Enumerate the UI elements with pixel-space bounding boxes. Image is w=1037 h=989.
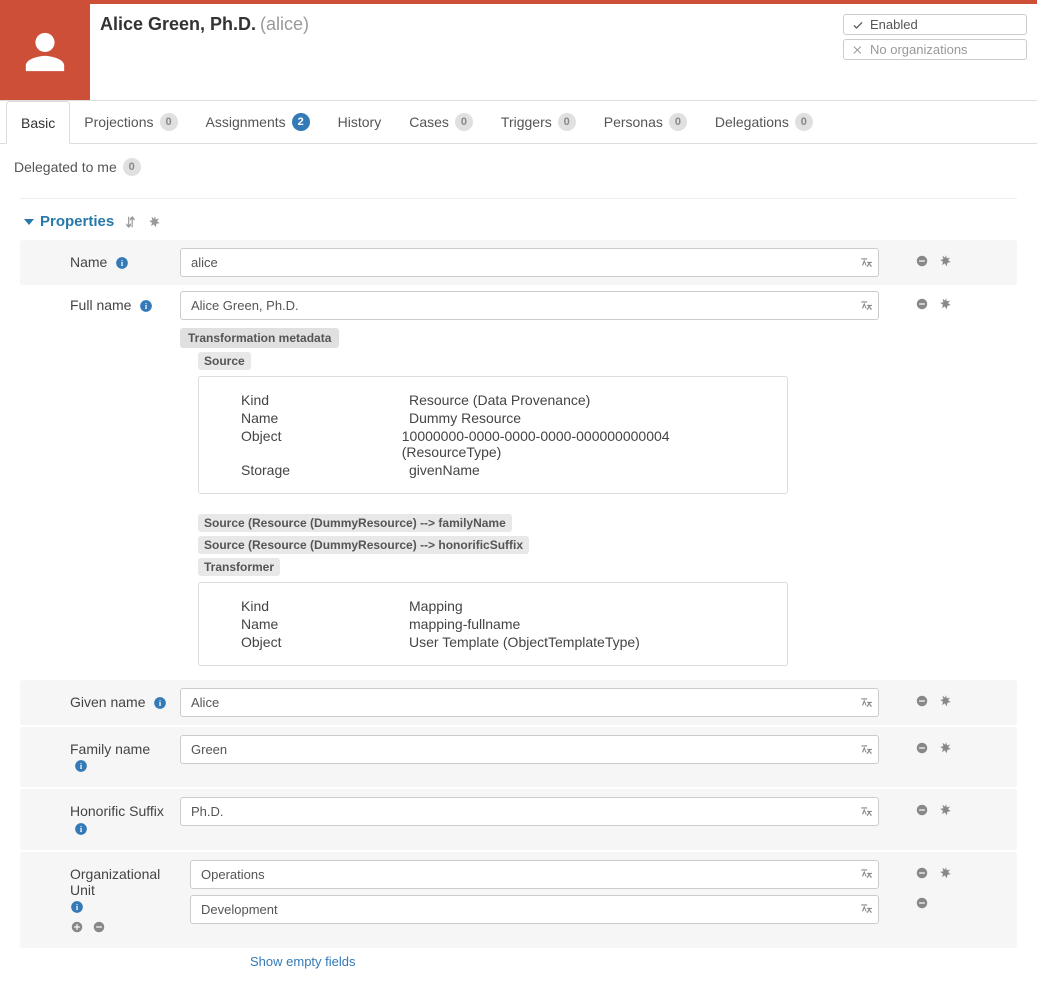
fullname-input[interactable]: [180, 291, 879, 320]
language-icon[interactable]: [859, 299, 873, 313]
remove-icon[interactable]: [915, 297, 929, 311]
sort-icon[interactable]: [124, 215, 138, 229]
asterisk-icon[interactable]: [939, 297, 953, 311]
remove-icon[interactable]: [915, 866, 929, 880]
tab-personas[interactable]: Personas0: [590, 101, 701, 143]
subtab-delegated-to-me[interactable]: Delegated to me 0: [14, 154, 141, 180]
remove-icon[interactable]: [915, 803, 929, 817]
no-org-badge[interactable]: No organizations: [843, 39, 1027, 60]
user-login: (alice): [260, 14, 309, 34]
asterisk-icon[interactable]: [939, 741, 953, 755]
remove-icon[interactable]: [915, 741, 929, 755]
info-icon[interactable]: i: [139, 299, 153, 313]
transformer-panel: KindMappingNamemapping-fullnameObjectUse…: [198, 582, 788, 666]
metadata-chip-transformer[interactable]: Transformer: [198, 558, 280, 576]
remove-icon[interactable]: [92, 920, 106, 934]
add-icon[interactable]: [70, 920, 84, 934]
suffix-input[interactable]: [180, 797, 879, 826]
remove-icon[interactable]: [915, 694, 929, 708]
tab-assignments[interactable]: Assignments2: [192, 101, 324, 143]
label-ou: Organizational Unit i: [20, 860, 190, 940]
asterisk-icon[interactable]: [148, 215, 162, 229]
page-header: Alice Green, Ph.D. (alice) Enabled No or…: [0, 4, 1037, 101]
label-suffix: Honorific Suffix i: [20, 797, 180, 841]
metadata-chip-source[interactable]: Source: [198, 352, 251, 370]
family-input[interactable]: [180, 735, 879, 764]
language-icon[interactable]: [859, 743, 873, 757]
enabled-badge[interactable]: Enabled: [843, 14, 1027, 35]
tab-projections[interactable]: Projections0: [70, 101, 191, 143]
info-icon[interactable]: i: [74, 822, 88, 836]
label-given: Given name i: [20, 688, 180, 716]
tabs-row: BasicProjections0Assignments2HistoryCase…: [0, 101, 1037, 144]
check-icon: [852, 19, 864, 31]
tab-triggers[interactable]: Triggers0: [487, 101, 590, 143]
asterisk-icon[interactable]: [939, 866, 953, 880]
section-properties[interactable]: Properties: [24, 213, 114, 230]
label-fullname: Full name i: [20, 291, 180, 319]
metadata-chip-source-suffix[interactable]: Source (Resource (DummyResource) --> hon…: [198, 536, 529, 554]
remove-icon[interactable]: [915, 896, 929, 910]
user-display-name: Alice Green, Ph.D.: [100, 14, 256, 34]
tab-basic[interactable]: Basic: [6, 101, 70, 144]
metadata-chip-source-family[interactable]: Source (Resource (DummyResource) --> fam…: [198, 514, 512, 532]
language-icon[interactable]: [859, 902, 873, 916]
asterisk-icon[interactable]: [939, 803, 953, 817]
label-name: Name i: [20, 248, 180, 276]
info-icon[interactable]: i: [115, 256, 129, 270]
info-icon[interactable]: i: [153, 696, 167, 710]
given-input[interactable]: [180, 688, 879, 717]
language-icon[interactable]: [859, 256, 873, 270]
label-family: Family name i: [20, 735, 180, 779]
name-input[interactable]: [180, 248, 879, 277]
asterisk-icon[interactable]: [939, 694, 953, 708]
remove-icon[interactable]: [915, 254, 929, 268]
metadata-chip-transformation[interactable]: Transformation metadata: [180, 328, 339, 348]
show-empty-fields-link[interactable]: Show empty fields: [250, 948, 1017, 969]
info-icon[interactable]: i: [70, 900, 84, 914]
asterisk-icon[interactable]: [939, 254, 953, 268]
language-icon[interactable]: [859, 696, 873, 710]
language-icon[interactable]: [859, 805, 873, 819]
caret-down-icon: [24, 219, 34, 225]
tab-delegations[interactable]: Delegations0: [701, 101, 827, 143]
source-panel: KindResource (Data Provenance)NameDummy …: [198, 376, 788, 494]
x-icon: [852, 44, 864, 56]
avatar: [0, 4, 90, 100]
tab-cases[interactable]: Cases0: [395, 101, 487, 143]
language-icon[interactable]: [859, 867, 873, 881]
ou-input-1[interactable]: [190, 860, 879, 889]
tab-history[interactable]: History: [324, 101, 396, 143]
info-icon[interactable]: i: [74, 759, 88, 773]
ou-input-2[interactable]: [190, 895, 879, 924]
